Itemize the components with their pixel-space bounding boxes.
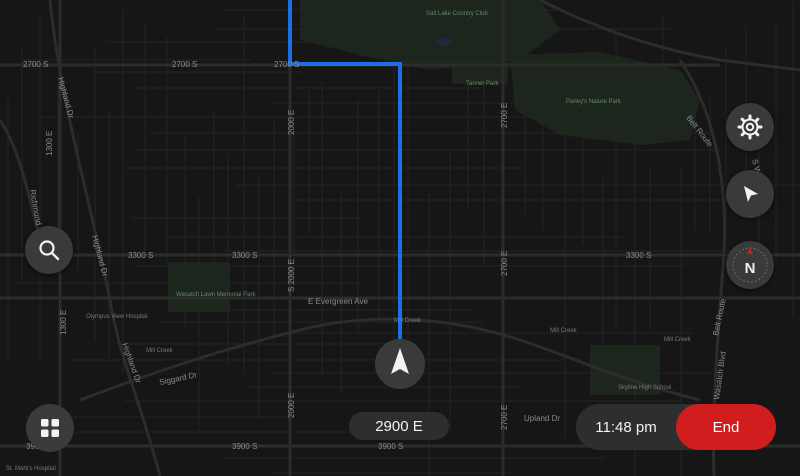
poi-label: Parley's Nature Park: [566, 99, 622, 105]
street-label: Mill Creek: [394, 318, 422, 324]
arrival-time: 11:48 pm: [595, 418, 657, 436]
street-label: 2700 S: [274, 60, 299, 69]
gear-icon: [737, 114, 763, 140]
street-label: E Evergreen Ave: [308, 297, 368, 306]
street-label: 3300 S: [232, 251, 257, 260]
current-street-text: 2900 E: [375, 417, 423, 435]
street-label: 2700 S: [23, 60, 48, 69]
street-label: 3900 S: [232, 442, 257, 451]
end-button-label: End: [712, 418, 740, 436]
street-label: 2700 S: [172, 60, 197, 69]
street-label: Mill Creek: [550, 328, 578, 334]
poi-label: Salt Lake Country Club: [426, 11, 488, 17]
street-label: 3300 S: [128, 251, 153, 260]
street-label: 1300 E: [59, 310, 68, 335]
street-label: 2000 E: [287, 393, 296, 418]
search-button[interactable]: [25, 226, 73, 274]
street-label: 2700 E: [500, 405, 509, 430]
navigation-arrow-icon: [744, 186, 758, 202]
compass-north-label: N: [745, 260, 756, 277]
street-label: 3300 S: [626, 251, 651, 260]
settings-button[interactable]: [726, 103, 774, 151]
search-icon: [39, 240, 60, 261]
compass-button[interactable]: N: [726, 241, 774, 289]
end-navigation-button[interactable]: End: [676, 404, 776, 450]
street-label: 2700 E: [500, 251, 509, 276]
poi-label: Olympus View Hospital: [86, 314, 148, 320]
street-label: S 2000 E: [287, 259, 296, 292]
poi-label: Tanner Park: [466, 81, 499, 87]
apps-grid-icon: [41, 419, 59, 437]
poi-label: St. Mark's Hospital: [6, 466, 56, 472]
street-label: 1300 E: [45, 131, 54, 156]
apps-button[interactable]: [26, 404, 74, 452]
street-label: Mill Creek: [664, 337, 692, 343]
pond: [436, 38, 452, 46]
street-label: 3900 S: [378, 442, 403, 451]
trip-info-bar: 11:48 pm End: [576, 404, 776, 450]
street-label: Mill Creek: [146, 348, 174, 354]
street-label: 2700 E: [500, 103, 509, 128]
poi-label: Skyline High School: [618, 385, 671, 391]
compass-icon: N: [732, 247, 768, 283]
street-label: Upland Dr: [524, 414, 560, 423]
current-street-label: 2900 E: [349, 412, 449, 440]
recenter-button[interactable]: [726, 170, 774, 218]
poi-label: Wasatch Lawn Memorial Park: [176, 292, 256, 298]
current-location-marker: [375, 339, 425, 389]
street-label: 2000 E: [287, 110, 296, 135]
